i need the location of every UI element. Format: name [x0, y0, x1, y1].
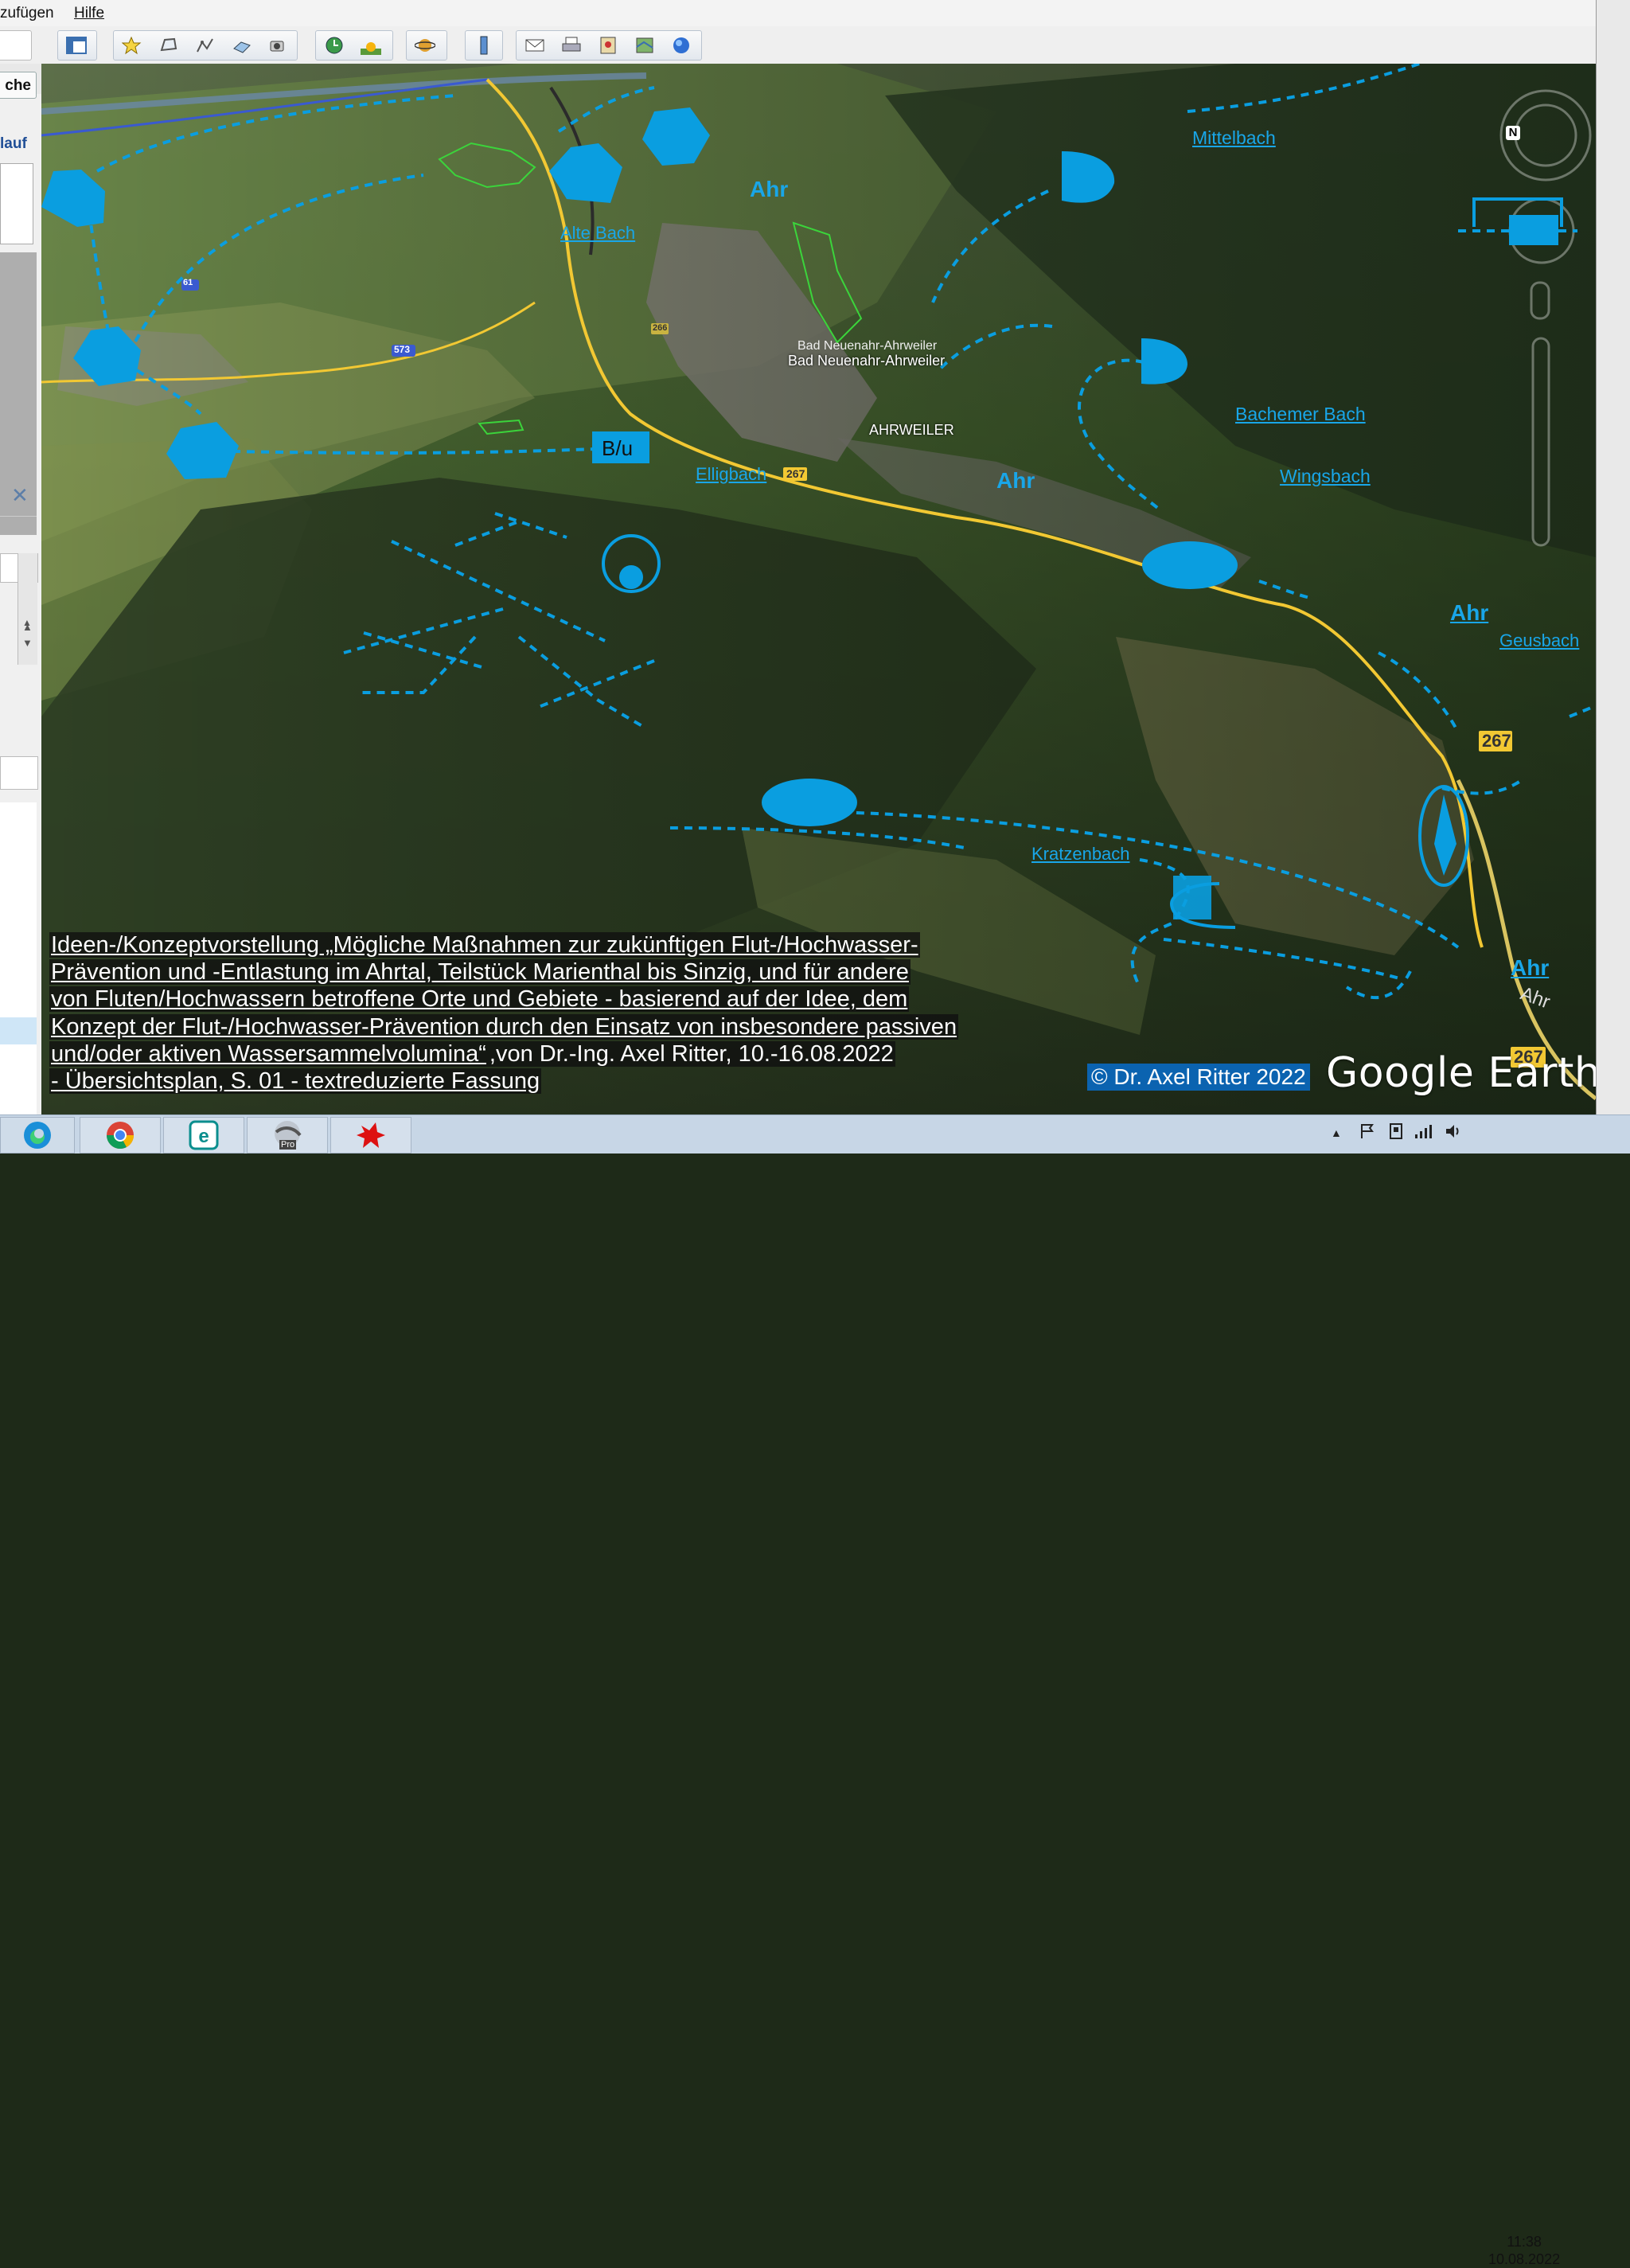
search-results-box[interactable]	[0, 163, 33, 244]
print-icon[interactable]	[553, 31, 590, 60]
ruler-icon	[466, 31, 502, 60]
layers-list[interactable]	[0, 802, 37, 1114]
label-geusbach[interactable]: Geusbach	[1499, 630, 1579, 651]
road-sign-267-town: 267	[786, 467, 805, 480]
planets-button[interactable]	[406, 30, 447, 61]
taskbar: e Pro ▲ 11:38 10.08.2022	[0, 1114, 1630, 2267]
compass-north-icon[interactable]: N	[1506, 126, 1520, 140]
network-adapter-icon[interactable]	[1386, 1122, 1406, 1145]
caption-line-1: Ideen-/Konzeptvorstellung „Mögliche Maßn…	[49, 932, 920, 958]
ruler-button[interactable]	[465, 30, 503, 61]
road-sign-573: 573	[394, 344, 411, 355]
clock-date: 10.08.2022	[1488, 2251, 1561, 2267]
layers-selected-item[interactable]	[0, 1017, 37, 1044]
layers-field[interactable]	[0, 756, 38, 790]
edge-icon[interactable]	[0, 1117, 75, 1154]
earth-icon[interactable]	[663, 31, 700, 60]
caption-line-5b: ,von Dr.-Ing. Axel Ritter, 10.-16.08.202…	[487, 1040, 895, 1067]
label-wingsbach[interactable]: Wingsbach	[1280, 466, 1371, 487]
left-panel: che lauf ✕ ▲ ▲ ▼	[0, 64, 42, 1114]
placemark-icon[interactable]	[114, 31, 150, 60]
record-tour-icon[interactable]	[260, 31, 297, 60]
label-bachemer-bach[interactable]: Bachemer Bach	[1235, 404, 1366, 425]
street-view-pegman-icon[interactable]	[1530, 280, 1550, 320]
clock-time: 11:38	[1507, 2234, 1542, 2250]
label-elligbach[interactable]: Elligbach	[696, 464, 766, 485]
scroll-down-arrow-icon[interactable]: ▼	[22, 637, 33, 649]
menu-bar: zufügen Hilfe	[0, 0, 1596, 27]
sidebar-icon	[58, 31, 95, 60]
menu-help[interactable]: Hilfe	[74, 5, 104, 22]
bu-box-label: B/u	[602, 436, 634, 460]
label-mittelbach[interactable]: Mittelbach	[1192, 127, 1276, 149]
sunlight-icon[interactable]	[353, 31, 389, 60]
planet-icon	[407, 31, 443, 60]
taskbar-clock[interactable]: 11:38 10.08.2022	[1488, 2233, 1560, 2268]
polygon-icon[interactable]	[150, 31, 187, 60]
label-ahr-east[interactable]: Ahr	[1450, 600, 1488, 626]
label-ahr-north[interactable]: Ahr	[750, 177, 788, 202]
label-ahrweiler[interactable]: AHRWEILER	[869, 422, 954, 439]
box-marker[interactable]	[1173, 876, 1211, 919]
close-icon[interactable]: ✕	[11, 483, 29, 508]
google-earth-logo: Google Earth	[1326, 1049, 1601, 1097]
tools-group	[113, 30, 298, 61]
window-right-edge	[1596, 0, 1630, 1114]
red-app-icon[interactable]	[330, 1117, 411, 1154]
road-sign-266: 266	[653, 323, 668, 333]
chrome-icon[interactable]	[80, 1117, 161, 1154]
label-city-top: Bad Neuenahr-Ahrweiler	[797, 339, 938, 353]
caption-line-3: von Fluten/Hochwassern betroffene Orte u…	[49, 986, 910, 1013]
dot-marker[interactable]	[619, 565, 643, 589]
caption-line-5a: und/oder aktiven Wassersammelvolumina“	[49, 1040, 488, 1067]
eset-icon[interactable]: e	[163, 1117, 244, 1154]
zoom-slider[interactable]	[1531, 337, 1550, 547]
label-kraetzenbach[interactable]: Kratzenbach	[1031, 844, 1130, 865]
sidebar-toggle-button[interactable]	[57, 30, 97, 61]
panel-separator	[0, 516, 37, 517]
image-overlay-icon[interactable]	[224, 31, 260, 60]
caption-line-4: Konzept der Flut-/Hochwasser-Prävention …	[49, 1013, 959, 1040]
copyright-label: © Dr. Axel Ritter 2022	[1087, 1064, 1310, 1091]
label-ahr-south[interactable]: Ahr	[1511, 955, 1549, 981]
history-label: lauf	[0, 135, 27, 152]
view-group	[315, 30, 393, 61]
volume-icon[interactable]	[1444, 1122, 1463, 1145]
label-city[interactable]: Bad Neuenahr-Ahrweiler	[788, 353, 945, 369]
label-ahr-town[interactable]: Ahr	[996, 468, 1035, 494]
historical-imagery-icon[interactable]	[316, 31, 353, 60]
save-image-icon[interactable]	[590, 31, 626, 60]
email-icon[interactable]	[517, 31, 553, 60]
maps-icon[interactable]	[626, 31, 663, 60]
scroll-up-arrow-icon[interactable]: ▲	[22, 621, 33, 633]
caption: Ideen-/Konzeptvorstellung „Mögliche Maßn…	[49, 931, 959, 1095]
label-alte-bach[interactable]: Alte Bach	[560, 223, 635, 244]
road-sign-61: 61	[183, 278, 193, 287]
ellipse-marker-2[interactable]	[762, 779, 857, 826]
search-button[interactable]: che	[0, 72, 37, 99]
flag-icon[interactable]	[1358, 1122, 1377, 1145]
toolbar	[0, 26, 1596, 64]
tray-arrow-icon[interactable]: ▲	[1331, 1126, 1342, 1139]
caption-line-6: - Übersichtsplan, S. 01 - textreduzierte…	[49, 1068, 542, 1095]
path-icon[interactable]	[187, 31, 224, 60]
caption-line-2: Prävention und -Entlastung im Ahrtal, Te…	[49, 959, 911, 986]
ellipse-marker-1[interactable]	[1142, 541, 1238, 589]
google-earth-pro-icon[interactable]: Pro	[247, 1117, 328, 1154]
pro-badge: Pro	[279, 1140, 297, 1150]
svg-text:e: e	[198, 1126, 209, 1147]
search-field-stub[interactable]	[0, 30, 32, 61]
share-group	[516, 30, 702, 61]
look-joystick[interactable]	[1507, 199, 1579, 271]
road-sign-267-east: 267	[1482, 731, 1511, 751]
signal-icon[interactable]	[1414, 1122, 1434, 1145]
menu-insert[interactable]: zufügen	[0, 5, 54, 22]
